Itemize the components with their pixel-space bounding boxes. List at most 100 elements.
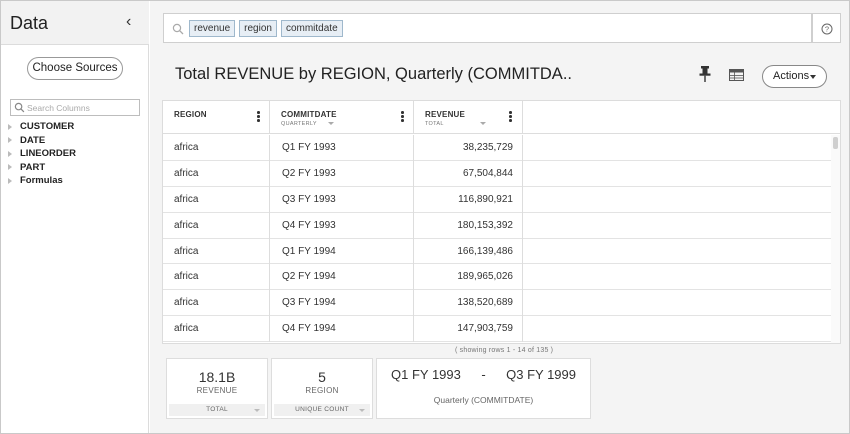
column-aggregation: QUARTERLY bbox=[281, 121, 317, 127]
table-row[interactable]: africa Q1 FY 1993 38,235,729 bbox=[163, 135, 831, 161]
summary-card-revenue[interactable]: 18.1B REVENUE TOTAL bbox=[166, 358, 268, 419]
search-token-revenue[interactable]: revenue bbox=[189, 20, 236, 37]
table-row[interactable]: africa Q4 FY 1994 147,903,759 bbox=[163, 316, 831, 343]
cell-revenue: 67,504,844 bbox=[414, 160, 523, 187]
expand-icon bbox=[8, 150, 12, 157]
cell-commitdate: Q1 FY 1994 bbox=[270, 238, 414, 265]
search-token-region[interactable]: region bbox=[239, 20, 277, 37]
search-columns-input[interactable] bbox=[27, 101, 137, 114]
table-row[interactable]: africa Q3 FY 1993 116,890,921 bbox=[163, 186, 831, 213]
summary-label: REVENUE bbox=[196, 386, 238, 395]
sidebar-header: Data ‹ bbox=[1, 1, 149, 45]
search-token-commitdate[interactable]: commitdate bbox=[280, 20, 343, 37]
aggregation-label: TOTAL bbox=[206, 406, 228, 413]
cell-revenue: 138,520,689 bbox=[414, 290, 523, 317]
scrollbar-thumb[interactable] bbox=[833, 137, 838, 149]
table-row[interactable]: africa Q4 FY 1993 180,153,392 bbox=[163, 212, 831, 239]
source-label: LINEORDER bbox=[20, 148, 76, 160]
column-menu-icon[interactable] bbox=[257, 111, 261, 125]
summary-label: REGION bbox=[305, 386, 339, 395]
summary-value: 5 bbox=[318, 369, 326, 385]
search-icon bbox=[172, 23, 184, 35]
column-search-box bbox=[10, 99, 140, 116]
chevron-down-icon[interactable] bbox=[480, 122, 486, 125]
cell-region: africa bbox=[163, 316, 270, 343]
results-table: REGION COMMITDATE QUARTERLY REVENUE TOTA… bbox=[162, 100, 841, 344]
table-view-icon[interactable] bbox=[729, 69, 744, 81]
cell-commitdate: Q3 FY 1993 bbox=[270, 186, 414, 213]
cell-commitdate: Q3 FY 1994 bbox=[270, 290, 414, 317]
cell-region: africa bbox=[163, 135, 270, 161]
column-title: COMMITDATE bbox=[281, 110, 337, 119]
table-row[interactable]: africa Q3 FY 1994 138,520,689 bbox=[163, 290, 831, 317]
column-aggregation: TOTAL bbox=[425, 121, 444, 127]
chevron-down-icon bbox=[359, 409, 365, 412]
aggregation-dropdown[interactable]: UNIQUE COUNT bbox=[274, 404, 370, 416]
range-separator: - bbox=[481, 367, 486, 382]
aggregation-dropdown[interactable]: TOTAL bbox=[169, 404, 265, 416]
cell-revenue: 147,903,759 bbox=[414, 316, 523, 343]
collapse-sidebar-icon[interactable]: ‹ bbox=[126, 13, 131, 31]
sidebar-title: Data bbox=[10, 13, 49, 33]
help-icon: ? bbox=[821, 23, 833, 35]
column-title: REGION bbox=[174, 110, 207, 119]
actions-button[interactable]: Actions bbox=[762, 65, 827, 88]
help-button[interactable]: ? bbox=[812, 13, 841, 43]
cell-region: africa bbox=[163, 212, 270, 239]
source-label: DATE bbox=[20, 134, 46, 146]
cell-commitdate: Q2 FY 1993 bbox=[270, 160, 414, 187]
expand-icon bbox=[8, 177, 12, 184]
source-label: CUSTOMER bbox=[20, 121, 75, 133]
cell-commitdate: Q2 FY 1994 bbox=[270, 264, 414, 291]
column-title: REVENUE bbox=[425, 110, 466, 119]
cell-region: africa bbox=[163, 186, 270, 213]
expand-icon bbox=[8, 123, 12, 130]
pin-icon[interactable] bbox=[698, 65, 712, 83]
table-header: REGION COMMITDATE QUARTERLY REVENUE TOTA… bbox=[163, 101, 840, 134]
summary-card-commitdate[interactable]: Q1 FY 1993 - Q3 FY 1999 Quarterly (COMMI… bbox=[376, 358, 591, 419]
answer-title: Total REVENUE by REGION, Quarterly (COMM… bbox=[175, 65, 572, 83]
cell-region: africa bbox=[163, 160, 270, 187]
choose-sources-button[interactable]: Choose Sources bbox=[27, 57, 123, 80]
aggregation-label: UNIQUE COUNT bbox=[295, 406, 349, 413]
column-menu-icon[interactable] bbox=[401, 111, 405, 125]
column-menu-icon[interactable] bbox=[509, 111, 513, 125]
search-tokens: revenue region commitdate bbox=[189, 20, 347, 37]
search-bar[interactable]: revenue region commitdate bbox=[163, 13, 812, 43]
range-end: Q3 FY 1999 bbox=[506, 367, 576, 382]
source-item-customer[interactable]: CUSTOMER bbox=[8, 120, 76, 134]
chevron-down-icon[interactable] bbox=[328, 122, 334, 125]
cell-region: africa bbox=[163, 238, 270, 265]
cell-revenue: 38,235,729 bbox=[414, 135, 523, 161]
cell-revenue: 116,890,921 bbox=[414, 186, 523, 213]
source-item-date[interactable]: DATE bbox=[8, 134, 76, 148]
table-scrollbar[interactable] bbox=[831, 135, 840, 343]
svg-text:?: ? bbox=[825, 25, 829, 34]
summary-card-region[interactable]: 5 REGION UNIQUE COUNT bbox=[271, 358, 373, 419]
table-row[interactable]: africa Q2 FY 1994 189,965,026 bbox=[163, 264, 831, 291]
data-sidebar: Data ‹ Choose Sources CUSTOMER DATE LINE… bbox=[1, 1, 149, 433]
summary-label: Quarterly (COMMITDATE) bbox=[433, 395, 534, 405]
range-start: Q1 FY 1993 bbox=[391, 367, 461, 382]
cell-region: africa bbox=[163, 264, 270, 291]
table-row[interactable]: africa Q2 FY 1993 67,504,844 bbox=[163, 160, 831, 187]
source-label: PART bbox=[20, 161, 46, 173]
cell-commitdate: Q4 FY 1993 bbox=[270, 212, 414, 239]
cell-revenue: 180,153,392 bbox=[414, 212, 523, 239]
main-panel: revenue region commitdate ? Total REVENU… bbox=[150, 1, 849, 433]
source-item-part[interactable]: PART bbox=[8, 161, 76, 175]
chevron-down-icon bbox=[254, 409, 260, 412]
column-header-commitdate[interactable]: COMMITDATE QUARTERLY bbox=[270, 101, 414, 134]
cell-commitdate: Q4 FY 1994 bbox=[270, 316, 414, 343]
table-row[interactable]: africa Q1 FY 1994 166,139,486 bbox=[163, 238, 831, 265]
column-header-region[interactable]: REGION bbox=[163, 101, 270, 134]
column-header-revenue[interactable]: REVENUE TOTAL bbox=[414, 101, 523, 134]
source-label: Formulas bbox=[20, 175, 63, 187]
date-range: Q1 FY 1993 - Q3 FY 1999 bbox=[377, 367, 590, 382]
cell-commitdate: Q1 FY 1993 bbox=[270, 135, 414, 161]
cell-revenue: 166,139,486 bbox=[414, 238, 523, 265]
source-item-formulas[interactable]: Formulas bbox=[8, 174, 76, 188]
source-item-lineorder[interactable]: LINEORDER bbox=[8, 147, 76, 161]
cell-revenue: 189,965,026 bbox=[414, 264, 523, 291]
summary-value: 18.1B bbox=[198, 369, 236, 385]
